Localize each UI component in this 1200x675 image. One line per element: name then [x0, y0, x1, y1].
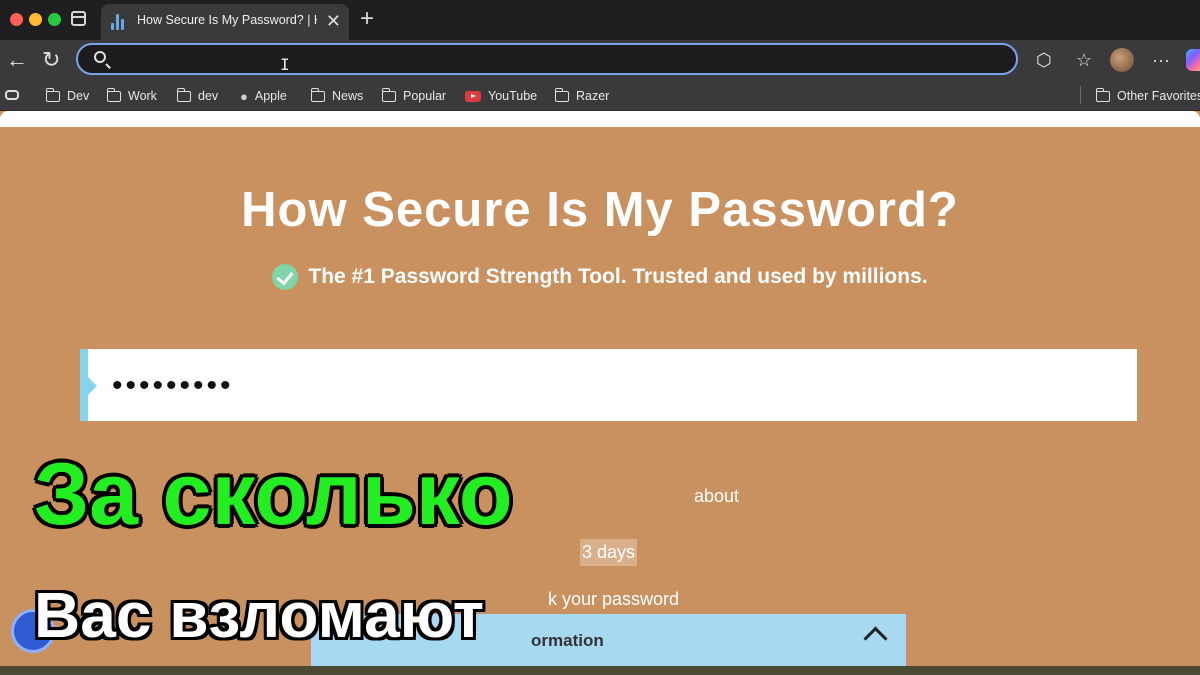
- close-icon[interactable]: ✕: [326, 10, 341, 32]
- chevron-up-icon[interactable]: [863, 626, 888, 651]
- verified-check-icon: [272, 264, 299, 290]
- field-accent-marker: [80, 349, 97, 421]
- folder-icon: [106, 87, 121, 102]
- address-bar[interactable]: I: [76, 43, 1018, 75]
- bookmark-news[interactable]: News: [310, 87, 363, 104]
- password-input[interactable]: [110, 365, 1114, 407]
- subtitle-text: The #1 Password Strength Tool. Trusted a…: [308, 265, 928, 288]
- bookmark-other-favorites[interactable]: Other Favorites: [1095, 87, 1200, 104]
- tab-strip: How Secure Is My Password? | H ✕ +: [0, 0, 1200, 40]
- search-icon: [94, 51, 106, 63]
- plus-icon[interactable]: +: [360, 6, 374, 32]
- tab-title: How Secure Is My Password? | H: [137, 13, 317, 27]
- result-text: about: [694, 486, 740, 506]
- window-minimize-button[interactable]: [29, 13, 42, 26]
- folder-icon: [381, 87, 396, 102]
- window-close-button[interactable]: [10, 13, 23, 26]
- page-subtitle: The #1 Password Strength Tool. Trusted a…: [0, 264, 1200, 290]
- back-arrow-icon[interactable]: ←: [6, 47, 28, 73]
- bookmark-dev-lower[interactable]: dev: [176, 87, 218, 104]
- bookmark-popular[interactable]: Popular: [381, 87, 446, 104]
- check-password-text: k your password: [548, 589, 680, 609]
- folder-icon: [1095, 87, 1110, 102]
- window-maximize-button[interactable]: [48, 13, 61, 26]
- tab-active[interactable]: How Secure Is My Password? | H ✕: [101, 4, 349, 40]
- folder-icon: [45, 87, 60, 102]
- reload-icon[interactable]: ↻: [42, 47, 60, 73]
- page-top-strip: [0, 111, 1200, 127]
- profile-avatar[interactable]: [1110, 48, 1134, 72]
- browser-toolbar: ← ↻ I ⬡ ☆ ···: [0, 40, 1200, 82]
- address-input[interactable]: [118, 49, 1002, 73]
- bookmark-dev[interactable]: Dev: [45, 87, 89, 104]
- bottom-strip: [0, 666, 1200, 675]
- apple-icon: ●: [240, 88, 248, 104]
- text-cursor-icon: I: [280, 55, 290, 74]
- page-title: How Secure Is My Password?: [241, 183, 959, 237]
- sidebar-toggle-icon[interactable]: [71, 11, 86, 26]
- bookmark-work[interactable]: Work: [106, 87, 157, 104]
- crack-time-badge: 3 days: [580, 539, 637, 566]
- info-bar-label: ormation: [531, 631, 604, 650]
- folder-icon: [176, 87, 191, 102]
- more-menu-icon[interactable]: ···: [1152, 49, 1170, 71]
- folder-icon: [310, 87, 325, 102]
- tab-actions-icon[interactable]: [5, 90, 19, 100]
- folder-icon: [554, 87, 569, 102]
- password-field-container: [80, 349, 1137, 421]
- bookmarks-divider: [1080, 86, 1081, 104]
- bookmark-youtube[interactable]: YouTube: [465, 88, 537, 104]
- favorites-star-icon[interactable]: ☆: [1076, 49, 1092, 71]
- extensions-icon[interactable]: ⬡: [1036, 49, 1052, 71]
- overlay-caption-line2: Вас взломают: [34, 579, 485, 651]
- overlay-caption-line1: За сколько: [34, 444, 513, 543]
- youtube-icon: [465, 90, 481, 102]
- bookmark-apple[interactable]: ● Apple: [240, 88, 287, 104]
- bookmark-razer[interactable]: Razer: [554, 87, 609, 104]
- copilot-icon[interactable]: [1186, 49, 1200, 71]
- site-favicon-icon: [111, 14, 125, 30]
